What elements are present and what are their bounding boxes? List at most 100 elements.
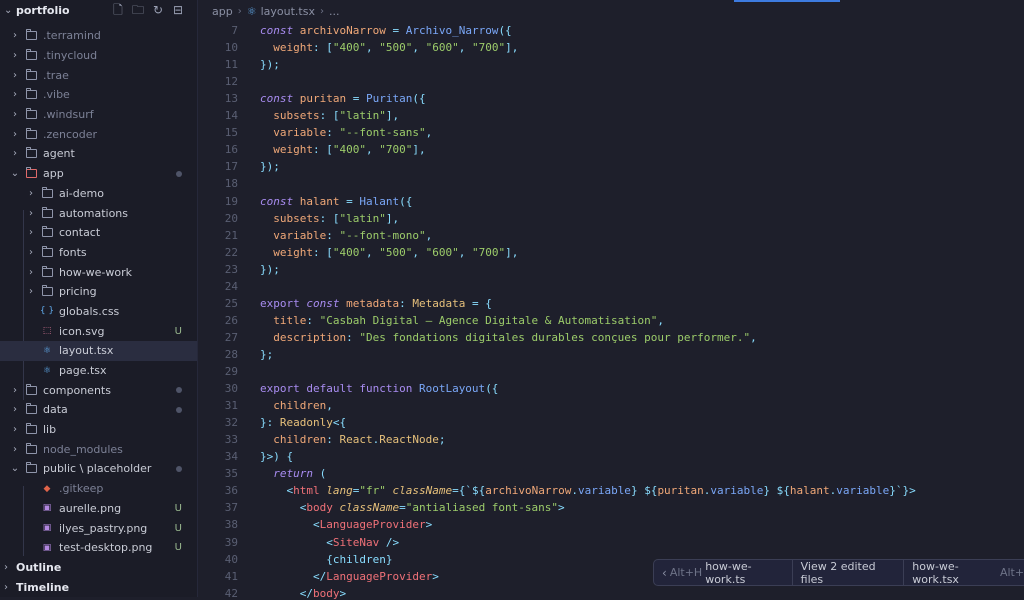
chevron-right-icon: › [13, 109, 17, 121]
code-line[interactable]: }); [260, 160, 280, 173]
breadcrumb-symbol[interactable]: ... [329, 5, 340, 18]
next-file-button[interactable]: how-we-work.tsx Alt+L › [904, 560, 1024, 586]
tree-item-label: automations [59, 206, 129, 220]
code-token: </ [260, 569, 327, 583]
code-token: "latin" [339, 211, 386, 225]
tree-item[interactable]: › data [0, 400, 197, 420]
tree-item-label: icon.svg [59, 324, 105, 338]
code-line[interactable]: return ( [260, 467, 326, 480]
tree-item[interactable]: › pricing [0, 282, 197, 302]
tree-item[interactable]: ◆ .gitkeep [0, 479, 197, 499]
tree-item[interactable]: › .tinycloud [0, 46, 197, 66]
line-number: 31 [224, 399, 238, 413]
code-line[interactable]: variable: "--font-mono", [260, 229, 432, 242]
code-token: : [399, 296, 413, 310]
code-token: const [260, 92, 300, 106]
collapse-all-icon[interactable]: ⊟ [171, 3, 185, 17]
line-number: 15 [224, 126, 238, 140]
code-token: , [412, 245, 426, 259]
code-line[interactable]: const archivoNarrow = Archivo_Narrow({ [260, 24, 512, 37]
tree-item[interactable]: ⚛ layout.tsx [0, 341, 197, 361]
code-line[interactable]: <html lang="fr" className={`${archivoNar… [260, 484, 915, 498]
code-line[interactable]: children, [260, 399, 333, 412]
code-line[interactable]: weight: ["400", "700"], [260, 143, 425, 157]
code-line[interactable]: }); [260, 58, 280, 71]
explorer-header[interactable]: ⌄ portfolio 🗋 🗀 ↻ ⊟ [0, 0, 197, 20]
new-file-icon[interactable]: 🗋 [111, 3, 125, 17]
code-token: "fr" [359, 484, 393, 498]
timeline-section[interactable]: › Timeline [0, 578, 197, 597]
tree-item[interactable]: › automations [0, 203, 197, 223]
shortcut-hint: Alt+H [669, 566, 703, 579]
code-line[interactable]: const puritan = Puritan({ [260, 92, 426, 105]
tree-item[interactable]: { } globals.css [0, 302, 197, 322]
tree-item[interactable]: › how-we-work [0, 262, 197, 282]
code-line[interactable]: {children} [260, 553, 392, 566]
code-line[interactable]: <body className="antialiased font-sans"> [260, 501, 565, 514]
code-line[interactable]: weight: ["400", "500", "600", "700"], [260, 246, 518, 259]
tree-item[interactable]: › .zencoder [0, 124, 197, 144]
tree-item[interactable]: › node_modules [0, 439, 197, 459]
tree-item[interactable]: › .terramind [0, 26, 197, 46]
tree-item[interactable]: ⬚ icon.svg U [0, 321, 197, 341]
tree-item-label: pricing [59, 285, 97, 299]
tree-item[interactable]: › ai-demo [0, 184, 197, 204]
breadcrumb-folder[interactable]: app [212, 5, 233, 18]
code-line[interactable]: </body> [260, 587, 346, 600]
tree-item[interactable]: ▣ aurelle.png U [0, 499, 197, 519]
tree-item[interactable]: › agent [0, 144, 197, 164]
folder-icon [24, 383, 38, 396]
folder-icon [24, 29, 38, 42]
code-token: className [339, 501, 400, 515]
code-line[interactable]: subsets: ["latin"], [260, 212, 399, 225]
code-line[interactable]: weight: ["400", "500", "600", "700"], [260, 41, 518, 54]
tree-item[interactable]: ▣ test-desktop.png U [0, 538, 197, 558]
outline-label: Outline [16, 561, 62, 574]
code-line[interactable]: variable: "--font-sans", [260, 126, 432, 139]
code-line[interactable]: children: React.ReactNode; [260, 433, 445, 446]
code-line[interactable]: export const metadata: Metadata = { [260, 297, 492, 310]
tree-item[interactable]: ▣ ilyes_pastry.png U [0, 518, 197, 538]
tree-item[interactable]: ⌄ public \ placeholder [0, 459, 197, 479]
code-token: <{ [332, 416, 347, 430]
code-token: : [326, 228, 340, 242]
tree-item[interactable]: ⚛ page.tsx [0, 361, 197, 381]
chevron-down-icon[interactable]: ⌄ [4, 5, 16, 16]
code-line[interactable]: <LanguageProvider> [260, 518, 432, 531]
tree-item-label: ai-demo [59, 186, 104, 200]
code-line[interactable]: <SiteNav /> [260, 536, 399, 549]
breadcrumb-file[interactable]: layout.tsx [261, 5, 315, 18]
code-token: "400" [332, 143, 366, 157]
code-line[interactable]: }); [260, 263, 280, 276]
code-line[interactable]: }; [260, 348, 273, 361]
tree-item[interactable]: › .trae [0, 65, 197, 85]
line-number: 10 [224, 41, 238, 55]
code-token: : [319, 211, 333, 225]
code-token: Puritan [365, 92, 413, 106]
previous-file-button[interactable]: ‹ Alt+H how-we-work.ts [654, 560, 793, 586]
new-folder-icon[interactable]: 🗀 [131, 3, 145, 17]
outline-section[interactable]: › Outline [0, 558, 197, 577]
code-token: "700" [379, 143, 413, 157]
tree-item[interactable]: › contact [0, 223, 197, 243]
refresh-icon[interactable]: ↻ [151, 3, 165, 17]
code-line[interactable]: subsets: ["latin"], [260, 109, 399, 122]
code-editor[interactable]: app › ⚛ layout.tsx › ... 7 const archivoN… [198, 0, 1024, 600]
code-line[interactable]: }: Readonly<{ [260, 416, 346, 429]
folder-shape [41, 206, 53, 218]
tree-item[interactable]: › fonts [0, 243, 197, 263]
tree-item[interactable]: › lib [0, 420, 197, 440]
chevron-down-icon: ⌄ [10, 168, 20, 180]
code-line[interactable]: const halant = Halant({ [260, 195, 412, 208]
tree-item[interactable]: › .vibe [0, 85, 197, 105]
code-line[interactable]: title: "Casbah Digital — Agence Digitale… [260, 314, 664, 327]
line-number: 42 [224, 586, 238, 600]
code-line[interactable]: </LanguageProvider> [260, 570, 439, 583]
code-line[interactable]: description: "Des fondations digitales d… [260, 331, 756, 344]
view-edited-files-button[interactable]: View 2 edited files [793, 560, 905, 586]
code-line[interactable]: }>) { [260, 450, 293, 463]
tree-item[interactable]: ⌄ app [0, 164, 197, 184]
tree-item[interactable]: › components [0, 380, 197, 400]
tree-item[interactable]: › .windsurf [0, 105, 197, 125]
code-line[interactable]: export default function RootLayout({ [260, 382, 498, 395]
